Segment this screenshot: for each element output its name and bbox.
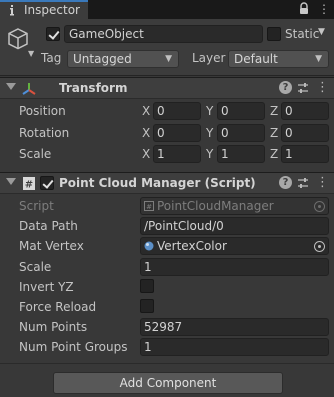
script-component-header[interactable]: # Point Cloud Manager (Script) ? ⋮ [0, 172, 334, 194]
axis-z-label[interactable]: Z [270, 126, 278, 140]
static-dropdown-icon[interactable]: ▼ [318, 27, 325, 37]
axis-y-label[interactable]: Y [206, 126, 213, 140]
mat-vertex-value: VertexColor [157, 239, 227, 253]
scale-label: Scale [19, 147, 52, 161]
axis-z-label[interactable]: Z [270, 147, 278, 161]
kebab-menu-icon[interactable]: ⋮ [316, 175, 329, 191]
foldout-arrow-icon[interactable] [6, 83, 16, 90]
num-points-label: Num Points [19, 320, 88, 334]
axis-y-label[interactable]: Y [206, 147, 213, 161]
static-label: Static [285, 27, 320, 41]
num-points-field[interactable]: 52987 [140, 318, 329, 336]
scale-field-label: Scale [19, 260, 52, 274]
script-enabled-checkbox[interactable] [40, 176, 54, 190]
chevron-down-icon[interactable]: ▼ [28, 49, 34, 58]
axis-y-label[interactable]: Y [206, 104, 213, 118]
axis-x-label[interactable]: X [142, 126, 150, 140]
scale-y-field[interactable]: 1 [217, 145, 265, 163]
position-label: Position [19, 104, 66, 118]
scale-field[interactable]: 1 [140, 258, 329, 276]
gameobject-name-field[interactable]: GameObject [64, 25, 263, 43]
foldout-arrow-icon[interactable] [6, 178, 16, 185]
transform-header[interactable]: Transform ? ⋮ [0, 77, 334, 99]
help-icon[interactable]: ? [279, 176, 292, 189]
transform-title: Transform [59, 81, 128, 95]
script-object-value: PointCloudManager [157, 199, 274, 213]
rotation-label: Rotation [19, 126, 70, 140]
position-z-field[interactable]: 0 [281, 102, 329, 120]
gameobject-active-checkbox[interactable] [46, 27, 60, 41]
mat-vertex-label: Mat Vertex [19, 239, 84, 253]
chevron-down-icon: ▼ [165, 54, 172, 64]
axis-z-label[interactable]: Z [270, 104, 278, 118]
invert-yz-label: Invert YZ [19, 280, 74, 294]
window-tab-bar: Inspector ⋮ [0, 0, 334, 19]
num-point-groups-field[interactable]: 1 [140, 338, 329, 356]
force-reload-checkbox[interactable] [140, 299, 154, 313]
axis-x-label[interactable]: X [142, 104, 150, 118]
material-sphere-icon [144, 241, 154, 251]
script-component-title: Point Cloud Manager (Script) [59, 176, 256, 190]
tag-dropdown[interactable]: Untagged ▼ [67, 50, 179, 68]
kebab-menu-icon[interactable]: ⋮ [318, 2, 330, 16]
layer-dropdown-value: Default [234, 52, 278, 66]
script-file-icon: # [23, 177, 35, 191]
divider [0, 363, 334, 364]
presets-icon[interactable] [297, 177, 309, 189]
tab-inspector-label: Inspector [24, 3, 80, 17]
svg-text:#: # [25, 180, 33, 191]
kebab-menu-icon[interactable]: ⋮ [316, 80, 329, 96]
tag-label: Tag [41, 51, 62, 65]
layer-dropdown[interactable]: Default ▼ [228, 50, 329, 68]
presets-icon[interactable] [297, 82, 309, 94]
position-x-field[interactable]: 0 [153, 102, 201, 120]
help-icon[interactable]: ? [279, 81, 292, 94]
chevron-down-icon: ▼ [315, 54, 322, 64]
static-checkbox[interactable] [267, 27, 281, 41]
script-label: Script [19, 199, 54, 213]
rotation-x-field[interactable]: 0 [153, 124, 201, 142]
position-y-field[interactable]: 0 [217, 102, 265, 120]
object-picker-icon[interactable] [314, 241, 325, 252]
scale-x-field[interactable]: 1 [153, 145, 201, 163]
cube-icon[interactable] [6, 27, 30, 51]
layer-label: Layer [192, 51, 226, 65]
mat-vertex-object-field[interactable]: VertexColor [140, 237, 329, 255]
svg-text:#: # [146, 203, 152, 211]
script-object-field: # PointCloudManager [140, 197, 329, 215]
invert-yz-checkbox[interactable] [140, 279, 154, 293]
info-icon [10, 5, 14, 16]
force-reload-label: Force Reload [19, 300, 97, 314]
object-picker-icon [314, 201, 325, 212]
lock-icon[interactable] [298, 2, 310, 15]
rotation-z-field[interactable]: 0 [281, 124, 329, 142]
add-component-button[interactable]: Add Component [53, 372, 283, 394]
gameobject-header: ▼ GameObject Static ▼ Tag Untagged ▼ Lay… [0, 19, 334, 76]
script-file-icon: # [144, 201, 154, 211]
rotation-y-field[interactable]: 0 [217, 124, 265, 142]
transform-axes-icon [22, 83, 36, 95]
num-point-groups-label: Num Point Groups [19, 340, 128, 354]
data-path-field[interactable]: /PointCloud/0 [140, 217, 329, 235]
tag-dropdown-value: Untagged [73, 52, 132, 66]
axis-x-label[interactable]: X [142, 147, 150, 161]
tab-inspector[interactable]: Inspector [0, 0, 88, 19]
data-path-label: Data Path [19, 219, 78, 233]
scale-z-field[interactable]: 1 [281, 145, 329, 163]
